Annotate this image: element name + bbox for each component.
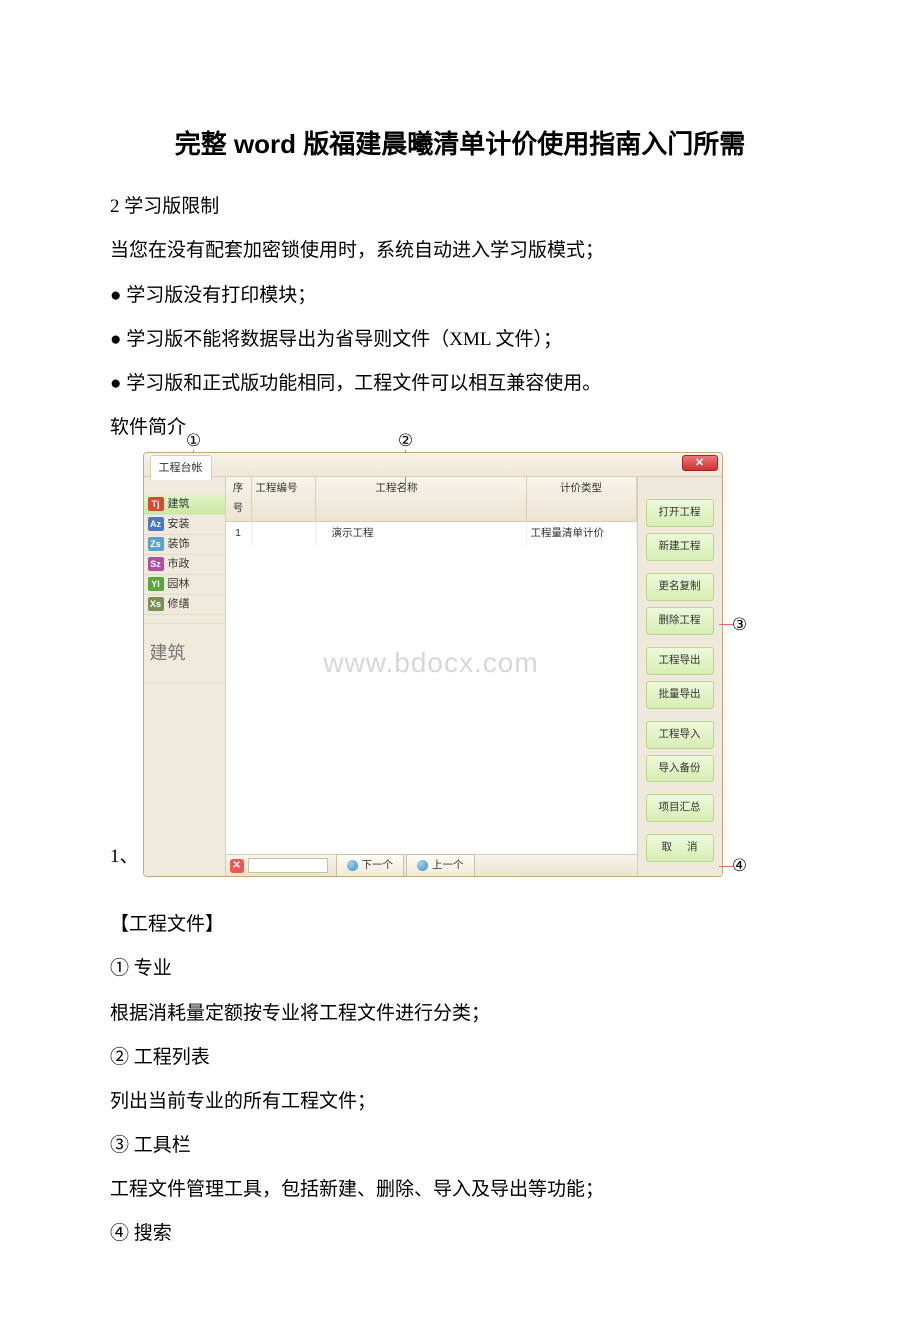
sidebar-icon-yl: Yl (148, 577, 164, 591)
sidebar-item-zhuangshi[interactable]: Zs 装饰 (144, 535, 225, 555)
cell-project-number (252, 522, 316, 546)
window-titlebar: 工程台帐 ✕ (144, 453, 722, 477)
sidebar-label: 市政 (168, 554, 190, 575)
item-4-heading: ④ 搜索 (110, 1216, 810, 1252)
open-project-button[interactable]: 打开工程 (646, 499, 714, 527)
sidebar-icon-tj: Tj (148, 497, 164, 511)
sidebar-item-anzhuang[interactable]: Az 安装 (144, 515, 225, 535)
para-limit-intro: 当您在没有配套加密锁使用时，系统自动进入学习版模式； (110, 233, 810, 269)
window-tab[interactable]: 工程台帐 (150, 455, 212, 481)
table-empty-area: www.bdocx.com (226, 546, 637, 855)
category-sidebar: Tj 建筑 Az 安装 Zs 装饰 Sz 市政 (144, 477, 226, 876)
search-input[interactable] (248, 858, 328, 873)
project-list-pane: 序号 工程编号 工程名称 计价类型 1 演示工程 工程量清单计价 www.bdo… (226, 477, 638, 876)
window-close-button[interactable]: ✕ (682, 455, 718, 471)
cell-seq: 1 (226, 522, 252, 546)
app-window: 工程台帐 ✕ Tj 建筑 Az 安装 Zs (143, 452, 723, 877)
toolbar: 打开工程 新建工程 更名复制 删除工程 工程导出 批量导出 工程导入 导入备份 … (638, 477, 722, 876)
callout-4-line (719, 866, 733, 867)
screenshot: ① ② ③ ④ 工程台帐 ✕ Tj 建筑 A (143, 452, 723, 877)
callout-3-line (719, 624, 733, 625)
item-2-desc: 列出当前专业的所有工程文件； (110, 1084, 810, 1120)
sidebar-label: 修缮 (168, 594, 190, 615)
sidebar-item-yuanlin[interactable]: Yl 园林 (144, 575, 225, 595)
col-seq: 序号 (226, 477, 252, 521)
callout-1: ① (185, 432, 203, 450)
item-2-heading: ② 工程列表 (110, 1040, 810, 1076)
sidebar-item-shizheng[interactable]: Sz 市政 (144, 555, 225, 575)
callout-4: ④ (731, 857, 749, 875)
sidebar-icon-xs: Xs (148, 597, 164, 611)
sidebar-icon-zs: Zs (148, 537, 164, 551)
project-table-header: 序号 工程编号 工程名称 计价类型 (226, 477, 637, 522)
callout-3: ③ (731, 616, 749, 634)
delete-project-button[interactable]: 删除工程 (646, 607, 714, 635)
export-project-button[interactable]: 工程导出 (646, 647, 714, 675)
sidebar-label: 安装 (168, 514, 190, 535)
sidebar-icon-sz: Sz (148, 557, 164, 571)
close-icon: ✕ (695, 453, 704, 474)
globe-icon (417, 860, 428, 871)
page-title: 完整 word 版福建晨曦清单计价使用指南入门所需 (110, 120, 810, 169)
prev-button-label: 上一个 (432, 856, 464, 876)
para-bullet-2: ● 学习版不能将数据导出为省导则文件（XML 文件）； (110, 322, 810, 358)
next-button-label: 下一个 (362, 856, 394, 876)
next-button[interactable]: 下一个 (336, 854, 405, 877)
col-project-number: 工程编号 (252, 477, 316, 521)
clear-search-icon[interactable]: ✕ (230, 859, 244, 873)
callout-2: ② (397, 432, 415, 450)
cell-pricing-type: 工程量清单计价 (527, 522, 637, 546)
item-3-desc: 工程文件管理工具，包括新建、删除、导入及导出等功能； (110, 1172, 810, 1208)
prev-button[interactable]: 上一个 (406, 854, 475, 877)
item-3-heading: ③ 工具栏 (110, 1128, 810, 1164)
col-project-name: 工程名称 (316, 477, 527, 521)
rename-copy-button[interactable]: 更名复制 (646, 573, 714, 601)
sidebar-item-xiushan[interactable]: Xs 修缮 (144, 595, 225, 615)
para-bullet-3: ● 学习版和正式版功能相同，工程文件可以相互兼容使用。 (110, 366, 810, 402)
table-footer: ✕ 下一个 上一个 (226, 854, 637, 876)
import-backup-button[interactable]: 导入备份 (646, 755, 714, 783)
cell-project-name: 演示工程 (316, 522, 527, 546)
sidebar-icon-az: Az (148, 517, 164, 531)
col-pricing-type: 计价类型 (527, 477, 637, 521)
figure-index: 1、 (110, 839, 139, 877)
import-project-button[interactable]: 工程导入 (646, 721, 714, 749)
para-software-intro: 软件简介 (110, 410, 810, 446)
watermark-text: www.bdocx.com (226, 636, 637, 689)
globe-icon (347, 860, 358, 871)
sidebar-label: 园林 (168, 574, 190, 595)
section-project-file: 【工程文件】 (110, 907, 810, 943)
batch-export-button[interactable]: 批量导出 (646, 681, 714, 709)
new-project-button[interactable]: 新建工程 (646, 533, 714, 561)
item-1-desc: 根据消耗量定额按专业将工程文件进行分类； (110, 996, 810, 1032)
sidebar-label: 装饰 (168, 534, 190, 555)
cancel-button[interactable]: 取 消 (646, 834, 714, 862)
para-limit-heading: 2 学习版限制 (110, 189, 810, 225)
table-row[interactable]: 1 演示工程 工程量清单计价 (226, 522, 637, 546)
window-body: Tj 建筑 Az 安装 Zs 装饰 Sz 市政 (144, 477, 722, 876)
para-bullet-1: ● 学习版没有打印模块； (110, 278, 810, 314)
sidebar-current-category: 建筑 (144, 623, 225, 683)
sidebar-item-jianzhu[interactable]: Tj 建筑 (144, 495, 225, 515)
item-1-heading: ① 专业 (110, 951, 810, 987)
figure-container: 1、 ① ② ③ ④ 工程台帐 ✕ Tj 建筑 (110, 452, 810, 877)
project-summary-button[interactable]: 项目汇总 (646, 794, 714, 822)
sidebar-label: 建筑 (168, 494, 190, 515)
